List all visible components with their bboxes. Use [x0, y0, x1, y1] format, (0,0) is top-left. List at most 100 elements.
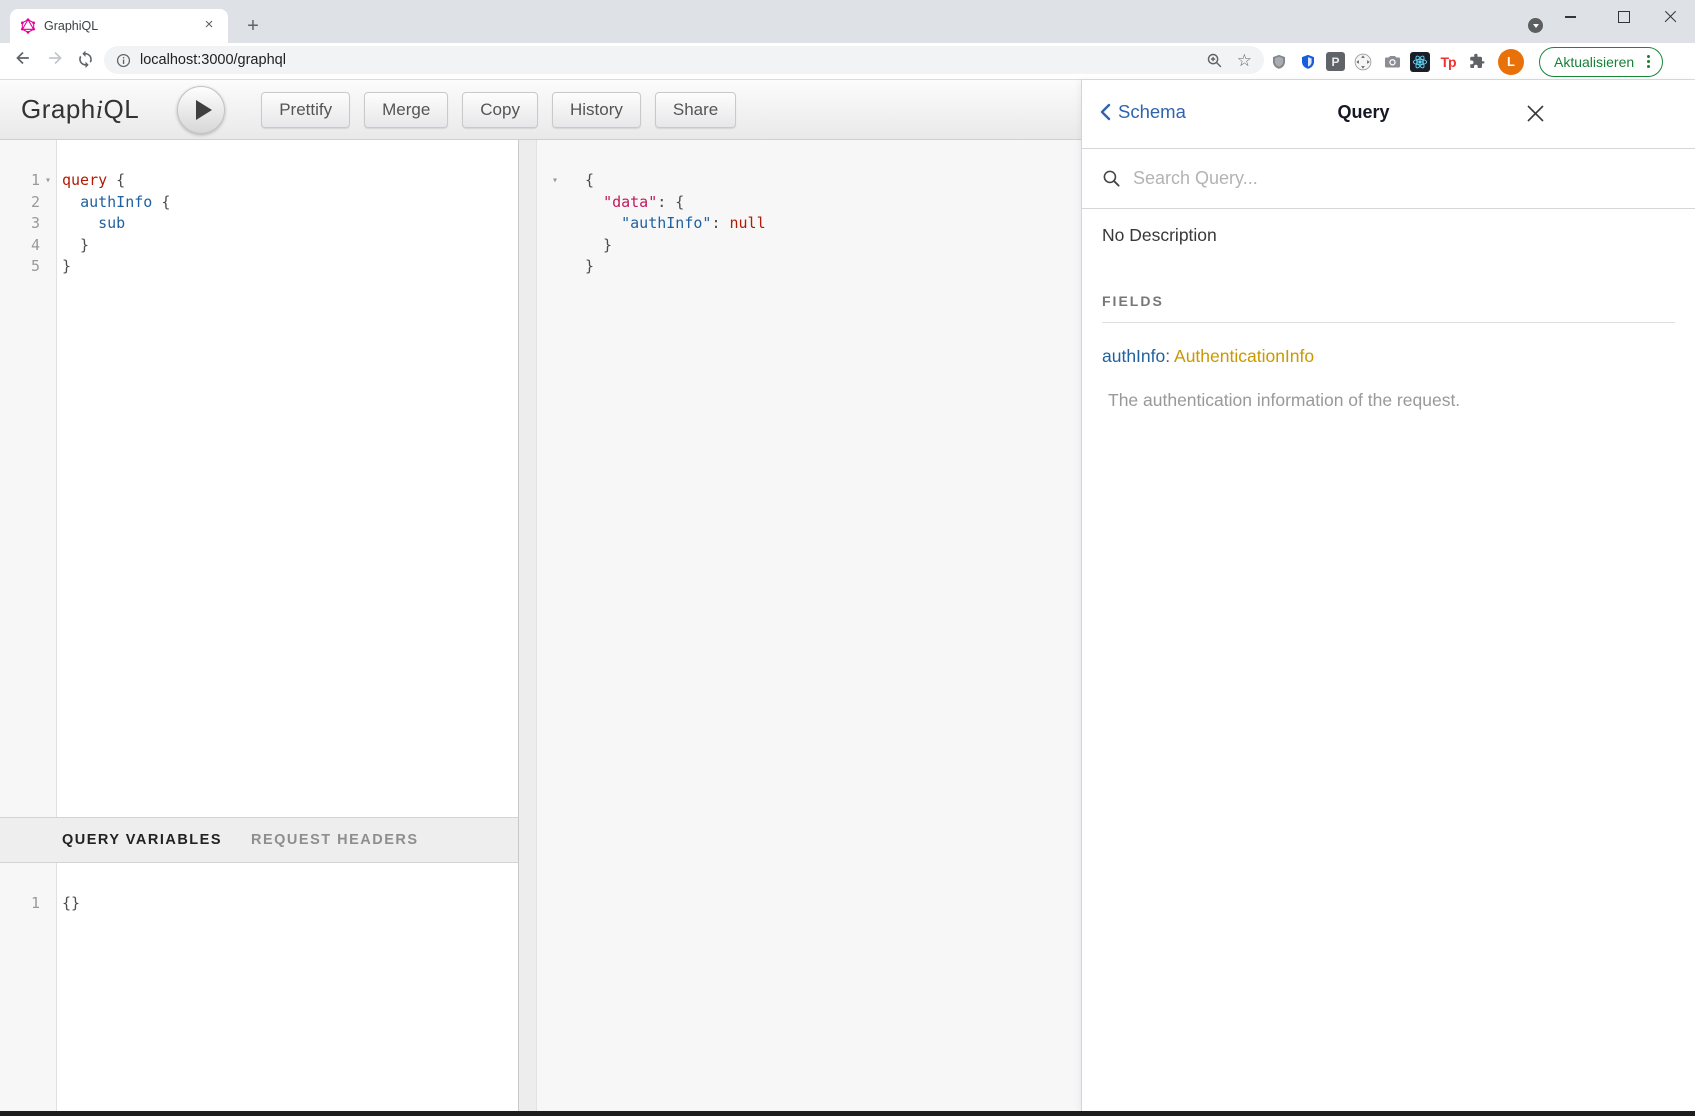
doc-explorer-close-button[interactable]	[1522, 100, 1548, 126]
execute-query-button[interactable]	[177, 86, 225, 134]
code-text: query {	[56, 170, 125, 192]
update-button-label: Aktualisieren	[1554, 54, 1634, 70]
field-name-link[interactable]: authInfo	[1102, 346, 1165, 366]
fold-gutter	[40, 256, 56, 278]
profile-avatar[interactable]: L	[1498, 49, 1524, 75]
picker-extension-icon[interactable]	[1352, 51, 1374, 73]
secondary-editor-title-bar: QUERY VARIABLES REQUEST HEADERS	[0, 817, 518, 863]
field-row: authInfo: AuthenticationInfo	[1102, 346, 1675, 367]
tab-strip: GraphiQL × +	[0, 0, 1695, 43]
query-editor[interactable]: 1▾query {2 authInfo {3 sub4 }5}	[0, 140, 518, 817]
react-devtools-extension-icon[interactable]	[1410, 52, 1430, 72]
line-number: 1	[0, 893, 40, 915]
tab-title: GraphiQL	[44, 19, 200, 33]
type-description: No Description	[1102, 225, 1675, 246]
field-separator: :	[1165, 346, 1174, 366]
url-text[interactable]: localhost:3000/graphql	[140, 52, 1192, 68]
fold-arrow-icon[interactable]: ▾	[537, 170, 573, 192]
taskbar-edge	[0, 1111, 1695, 1116]
code-text: {	[573, 170, 594, 192]
fields-heading: FIELDS	[1102, 293, 1675, 309]
window-minimize-button[interactable]	[1552, 2, 1588, 32]
toolbar-button-share[interactable]: Share	[655, 92, 736, 128]
bitwarden-extension-icon[interactable]	[1297, 51, 1319, 73]
reload-button[interactable]	[74, 47, 96, 69]
code-line: 4 }	[0, 235, 518, 257]
line-number: 2	[0, 192, 40, 214]
field-description: The authentication information of the re…	[1102, 390, 1675, 411]
code-line: 2 authInfo {	[0, 192, 518, 214]
ublock-extension-icon[interactable]	[1268, 51, 1290, 73]
code-text: }	[56, 235, 89, 257]
code-line: "data": {	[537, 192, 1081, 214]
graphql-favicon-icon	[20, 18, 36, 34]
doc-search-input[interactable]	[1131, 167, 1675, 190]
tab-close-icon[interactable]: ×	[200, 17, 218, 35]
panel-resize-handle[interactable]	[518, 140, 537, 1111]
p-extension-icon[interactable]: P	[1326, 52, 1345, 71]
code-text: }	[573, 256, 594, 278]
new-tab-button[interactable]: +	[240, 13, 266, 39]
code-text: "data": {	[573, 192, 684, 214]
query-variables-editor[interactable]: 1 {}	[0, 863, 518, 1111]
camera-extension-icon[interactable]	[1381, 51, 1403, 73]
code-line: }	[537, 235, 1081, 257]
code-text: {}	[56, 893, 80, 915]
browser-tab-graphiql[interactable]: GraphiQL ×	[10, 9, 228, 43]
result-viewer[interactable]: ▾{ "data": { "authInfo": null }}	[537, 140, 1081, 1111]
doc-explorer-title: Query	[1082, 102, 1645, 123]
field-type-link[interactable]: AuthenticationInfo	[1174, 346, 1314, 366]
page-info-icon[interactable]	[116, 53, 131, 68]
fold-gutter	[537, 213, 573, 235]
back-button[interactable]	[12, 47, 34, 69]
extensions-puzzle-icon[interactable]	[1466, 51, 1488, 73]
line-number: 4	[0, 235, 40, 257]
bookmark-star-icon[interactable]: ☆	[1237, 52, 1252, 69]
window-maximize-button[interactable]	[1606, 2, 1642, 32]
address-bar[interactable]: localhost:3000/graphql ☆	[104, 46, 1264, 74]
code-line: 3 sub	[0, 213, 518, 235]
code-line: 1▾query {	[0, 170, 518, 192]
doc-search-row	[1082, 149, 1695, 209]
fold-gutter	[40, 192, 56, 214]
fold-gutter	[537, 235, 573, 257]
graphiql-logo: GraphiQL	[21, 94, 139, 125]
kebab-menu-icon[interactable]	[1640, 54, 1656, 70]
close-icon	[1527, 105, 1544, 122]
line-number: 1	[0, 170, 40, 192]
search-icon	[1102, 169, 1121, 188]
code-text: }	[56, 256, 71, 278]
browser-window: GraphiQL × + localhost:3000/graphql ☆	[0, 0, 1695, 1116]
toolbar-button-history[interactable]: History	[552, 92, 641, 128]
tab-search-icon[interactable]	[1528, 18, 1543, 33]
tp-extension-icon[interactable]: Tp	[1437, 51, 1459, 73]
fold-gutter	[537, 192, 573, 214]
toolbar-button-copy[interactable]: Copy	[462, 92, 538, 128]
tab-query-variables[interactable]: QUERY VARIABLES	[62, 832, 222, 848]
fold-gutter	[40, 213, 56, 235]
code-line: 1 {}	[0, 893, 518, 915]
zoom-icon[interactable]	[1206, 52, 1223, 69]
graphiql-topbar: GraphiQL Prettify Merge Copy History Share	[0, 80, 1081, 140]
toolbar-buttons: Prettify Merge Copy History Share	[261, 92, 736, 128]
code-line: "authInfo": null	[537, 213, 1081, 235]
extensions-row: P Tp L Aktualisieren	[1268, 43, 1663, 80]
fold-arrow-icon[interactable]: ▾	[40, 170, 56, 192]
forward-button[interactable]	[44, 47, 66, 69]
window-close-button[interactable]	[1652, 2, 1688, 32]
code-text: authInfo {	[56, 192, 170, 214]
toolbar-button-prettify[interactable]: Prettify	[261, 92, 350, 128]
line-number: 3	[0, 213, 40, 235]
update-page-action-button[interactable]: Aktualisieren	[1539, 47, 1663, 77]
doc-explorer-header: Schema Query	[1082, 80, 1695, 149]
toolbar-button-merge[interactable]: Merge	[364, 92, 448, 128]
code-line: ▾{	[537, 170, 1081, 192]
line-number: 5	[0, 256, 40, 278]
fold-gutter	[40, 893, 56, 915]
doc-explorer-panel: Schema Query No Description FIELDS authI	[1081, 80, 1695, 1111]
fold-gutter	[537, 256, 573, 278]
code-line: 5}	[0, 256, 518, 278]
tab-request-headers[interactable]: REQUEST HEADERS	[251, 832, 419, 848]
doc-explorer-contents: No Description FIELDS authInfo: Authenti…	[1082, 209, 1695, 411]
fold-gutter	[40, 235, 56, 257]
